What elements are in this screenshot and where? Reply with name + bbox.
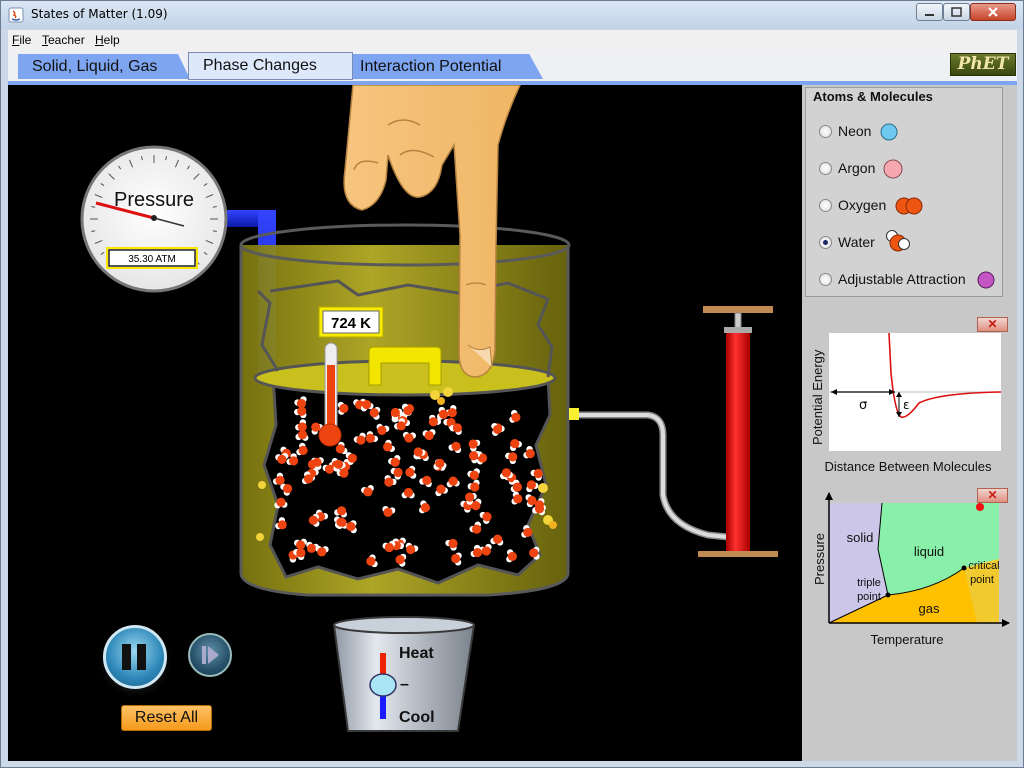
temperature-readout: 724 K — [331, 315, 371, 332]
minimize-icon — [925, 14, 934, 16]
pause-button[interactable] — [103, 625, 167, 689]
phase-diagram-plot: solid liquid gas triple point critical p… — [812, 492, 1010, 647]
tab-solid-liquid-gas[interactable]: Solid, Liquid, Gas — [18, 54, 190, 79]
step-button[interactable] — [188, 633, 232, 677]
phase-xlabel: Temperature — [871, 632, 944, 647]
tab-strip: Solid, Liquid, Gas Interaction Potential… — [8, 51, 1017, 85]
simulation-canvas: 724 K Pressure 35.30 ATM Heat – Cool Res… — [8, 85, 802, 761]
radio-oxygen[interactable] — [819, 199, 832, 212]
critical-point-label-line1: critical — [968, 560, 999, 572]
option-water-label: Water — [838, 234, 875, 250]
argon-atom-icon — [883, 159, 903, 179]
tab-interaction-potential[interactable]: Interaction Potential — [346, 54, 543, 79]
region-solid-label: solid — [847, 530, 874, 545]
region-gas-label: gas — [919, 601, 940, 616]
oxygen-molecule-icon — [895, 197, 923, 215]
menu-file[interactable]: File — [12, 33, 31, 47]
minimize-button[interactable] — [916, 3, 943, 21]
app-window: States of Matter (1.09) File Teacher Hel… — [0, 0, 1024, 768]
maximize-button[interactable] — [943, 3, 970, 21]
triple-point-label-line1: triple — [857, 577, 881, 589]
radio-argon[interactable] — [819, 162, 832, 175]
step-icon — [202, 646, 219, 664]
pause-icon — [122, 644, 146, 670]
window-title: States of Matter (1.09) — [31, 7, 168, 21]
atoms-molecules-panel: Atoms & Molecules Neon Argon Oxygen Wate… — [805, 87, 1003, 297]
sigma-label: σ — [859, 398, 867, 413]
phet-logo: PhET — [950, 53, 1016, 76]
triple-point-label-line2: point — [857, 591, 881, 603]
phase-ylabel: Pressure — [812, 533, 827, 585]
atoms-molecules-title: Atoms & Molecules — [811, 89, 935, 104]
option-argon-label: Argon — [838, 160, 876, 176]
pressure-readout: 35.30 ATM — [128, 254, 176, 265]
pressure-gauge: Pressure 35.30 ATM — [80, 145, 228, 293]
close-window-button[interactable] — [970, 3, 1016, 21]
radio-adjustable-attraction[interactable] — [819, 273, 832, 286]
radio-neon[interactable] — [819, 125, 832, 138]
menu-teacher[interactable]: Teacher — [42, 33, 85, 47]
adjustable-attraction-icon — [977, 271, 995, 289]
bicycle-pump[interactable] — [569, 306, 778, 557]
option-neon-label: Neon — [838, 123, 872, 139]
title-bar: States of Matter (1.09) — [1, 1, 1023, 29]
critical-point-label-line2: point — [970, 574, 994, 586]
control-side-panel: Atoms & Molecules Neon Argon Oxygen Wate… — [802, 85, 1017, 761]
menu-help[interactable]: Help — [95, 33, 120, 47]
reset-all-button[interactable]: Reset All — [121, 705, 212, 731]
svg-text:Distance Between Molecules: Distance Between Molecules — [825, 459, 992, 474]
region-liquid-label: liquid — [914, 544, 944, 559]
potential-graph-plot: σ ε — [829, 332, 1002, 451]
cool-label: Cool — [399, 709, 435, 726]
close-potential-graph-button[interactable]: ✕ — [977, 317, 1008, 332]
java-app-icon — [8, 7, 24, 23]
potential-xlabel: Distance Between Molecules — [825, 459, 992, 474]
svg-text:Potential Energy: Potential Energy — [810, 349, 825, 445]
menu-bar: File Teacher Help — [8, 30, 1017, 51]
restore-icon — [951, 7, 962, 17]
radio-water[interactable] — [819, 236, 832, 249]
potential-ylabel: Potential Energy — [810, 349, 825, 445]
heat-cool-control[interactable]: Heat – Cool — [332, 616, 476, 732]
tab-phase-changes[interactable]: Phase Changes — [188, 52, 353, 80]
potential-curve: σ ε — [829, 332, 1002, 419]
water-molecule-icon — [886, 230, 910, 252]
option-adjustable-attraction-label: Adjustable Attraction — [838, 271, 966, 287]
pressure-gauge-title: Pressure — [114, 189, 194, 211]
option-oxygen-label: Oxygen — [838, 197, 887, 213]
neon-atom-icon — [880, 123, 898, 141]
close-icon — [988, 7, 998, 17]
epsilon-label: ε — [903, 398, 910, 412]
heat-cool-slider-mark: – — [400, 676, 409, 693]
heat-label: Heat — [399, 645, 434, 662]
